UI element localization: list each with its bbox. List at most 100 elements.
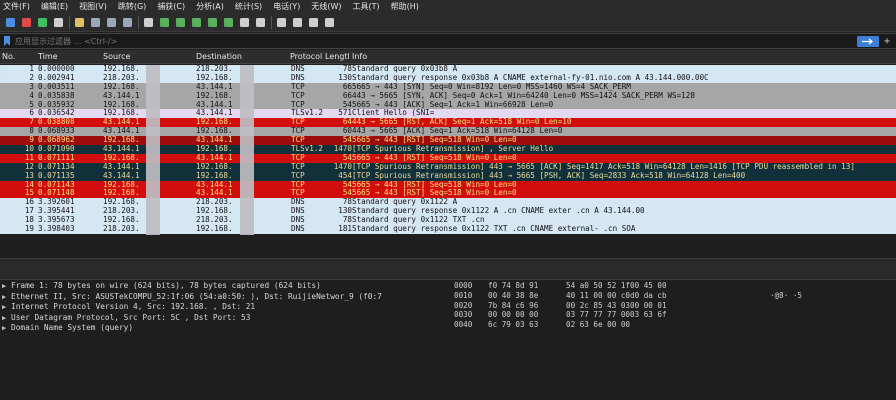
expand-arrow-icon[interactable]: ▶ [2, 281, 11, 292]
hex-bytes[interactable]: 00 00 01 [630, 301, 667, 311]
column-time[interactable]: Time [38, 52, 58, 61]
menu-telephony[interactable]: 电话(Y) [273, 1, 300, 12]
pane-splitter[interactable] [0, 258, 896, 280]
close-file-icon[interactable] [105, 16, 117, 28]
column-info[interactable]: Info [352, 52, 367, 61]
packet-no: 19 [24, 225, 34, 234]
detail-tree-item[interactable]: ▶ Internet Protocol Version 4, Src: 192.1… [0, 302, 448, 313]
packet-row[interactable]: 3 0.003511 192.168. 43.144.1 TCP 66 5665 → 443… [0, 82, 896, 92]
go-to-packet-icon[interactable] [190, 16, 202, 28]
packet-row[interactable]: 15 0.071148 192.168. 43.144.1 TCP 54 5665 → 44… [0, 189, 896, 199]
go-forward-icon[interactable] [174, 16, 186, 28]
packet-no: 15 [24, 189, 34, 198]
zoom-normal-icon[interactable] [307, 16, 319, 28]
colorize-icon[interactable] [254, 16, 266, 28]
packet-row[interactable]: 7 0.038808 43.144.1 192.168. TCP 64 443 → 5665… [0, 118, 896, 128]
hex-offset[interactable]: 0040 [454, 320, 472, 330]
arrow-right-icon [862, 38, 874, 44]
packet-row[interactable]: 17 3.395441 218.203. 192.168. DNS 130 Standard… [0, 207, 896, 217]
go-first-icon[interactable] [206, 16, 218, 28]
save-file-icon[interactable] [89, 16, 101, 28]
menu-view[interactable]: 视图(V) [79, 1, 107, 12]
hex-bytes[interactable]: 03 63 6f [630, 310, 667, 320]
menu-wireless[interactable]: 无线(W) [311, 1, 341, 12]
capture-options-icon[interactable] [52, 16, 64, 28]
hex-offset[interactable]: 0010 [454, 291, 472, 301]
reload-file-icon[interactable] [121, 16, 133, 28]
detail-tree-item[interactable]: ▶ Domain Name System (query) [0, 323, 448, 334]
menu-file[interactable]: 文件(F) [3, 1, 30, 12]
open-file-icon[interactable] [73, 16, 85, 28]
shark-fin-start-icon[interactable] [4, 16, 16, 28]
packet-time: 3.395441 [38, 207, 75, 216]
column-source[interactable]: Source [103, 52, 130, 61]
go-last-icon[interactable] [222, 16, 234, 28]
column-length[interactable]: Lengtl [325, 52, 350, 61]
expand-arrow-icon[interactable]: ▶ [2, 292, 11, 303]
resize-columns-icon[interactable] [323, 16, 335, 28]
detail-tree-item[interactable]: ▶ Frame 1: 78 bytes on wire (624 bits), 7… [0, 281, 448, 292]
zoom-out-icon[interactable] [291, 16, 303, 28]
packet-row[interactable]: ← 2 0.002941 218.203. 192.168. DNS 130 Standard… [0, 73, 896, 83]
hex-bytes[interactable]: 7b 84 c6 96 [488, 301, 538, 311]
menu-help[interactable]: 帮助(H) [391, 1, 419, 12]
packet-row[interactable]: 19 3.398403 218.203. 192.168. DNS 181 Standard… [0, 225, 896, 234]
packet-row[interactable]: 5 0.035932 192.168. 43.144.1 TCP 54 5665 → 443… [0, 100, 896, 110]
hex-offset[interactable]: 0020 [454, 301, 472, 311]
hex-bytes[interactable]: 00 2c 85 43 03 [566, 301, 630, 311]
hex-bytes[interactable]: 00 45 00 [630, 281, 667, 291]
detail-tree-item[interactable]: ▶ Ethernet II, Src: ASUSTekCOMPU_52:1f:06… [0, 292, 448, 303]
hex-bytes[interactable]: f0 74 8d 91 [488, 281, 538, 291]
display-filter-input[interactable] [12, 34, 857, 48]
go-back-icon[interactable] [158, 16, 170, 28]
add-filter-button[interactable]: + [882, 36, 892, 47]
packet-row[interactable]: 6 0.036542 192.168. 43.144.1 TLSv1.2 571 Clien… [0, 109, 896, 119]
zoom-in-icon[interactable] [275, 16, 287, 28]
packet-no: 14 [24, 180, 34, 189]
packet-row[interactable]: 18 3.395673 192.168. 218.203. DNS 78 Standard … [0, 216, 896, 226]
restart-capture-icon[interactable] [36, 16, 48, 28]
packet-row[interactable]: 14 0.071143 192.168. 43.144.1 TCP 54 5665 → 44… [0, 180, 896, 190]
packet-row[interactable]: 12 0.071134 43.144.1 192.168. TCP 1470 [TCP Sp… [0, 162, 896, 172]
hex-bytes[interactable]: 00 00 00 00 [488, 310, 538, 320]
packet-row[interactable]: 16 3.392601 192.168. 218.203. DNS 78 Standard … [0, 198, 896, 208]
stop-capture-icon[interactable] [20, 16, 32, 28]
packet-row[interactable]: 10 0.071090 43.144.1 192.168. TLSv1.2 1470 [TC… [0, 145, 896, 154]
hex-bytes[interactable]: 6c 79 03 63 [488, 320, 538, 330]
hex-line: 0000 f0 74 8d 91 54 a0 50 52 1f 00 45 00 [448, 281, 896, 291]
apply-filter-button[interactable] [857, 35, 879, 47]
hex-bytes[interactable]: 03 77 77 77 00 [566, 310, 630, 320]
hex-ascii[interactable]: ·@8· ·5 [770, 291, 802, 301]
hex-bytes[interactable]: 40 11 00 00 c0 [566, 291, 630, 301]
column-no[interactable]: No. [2, 52, 15, 61]
hex-bytes[interactable]: d0 da cb [630, 291, 667, 301]
expand-arrow-icon[interactable]: ▶ [2, 313, 11, 324]
expand-arrow-icon[interactable]: ▶ [2, 302, 11, 313]
column-protocol[interactable]: Protocol [290, 52, 322, 61]
packet-time: 0.071135 [38, 171, 75, 180]
hex-bytes[interactable]: 00 40 38 8e [488, 291, 538, 301]
hex-offset[interactable]: 0030 [454, 310, 472, 320]
menu-edit[interactable]: 编辑(E) [41, 1, 68, 12]
hex-offset[interactable]: 0000 [454, 281, 472, 291]
hex-bytes[interactable]: 02 63 6e 00 00 [566, 320, 630, 330]
auto-scroll-icon[interactable] [238, 16, 250, 28]
detail-tree-item[interactable]: ▶ User Datagram Protocol, Src Port: 5C , … [0, 313, 448, 324]
packet-row[interactable]: 8 0.068933 43.144.1 192.168. TCP 60 443 → 5665… [0, 127, 896, 137]
find-packet-icon[interactable] [142, 16, 154, 28]
packet-row[interactable]: 11 0.071111 192.168. 43.144.1 TCP 54 5665 → 44… [0, 153, 896, 163]
packet-row[interactable]: → 1 0.000000 192.168. 218.203. DNS 78 Standard … [0, 65, 896, 74]
packet-row[interactable]: 9 0.068962 192.168. 43.144.1 TCP 54 5665 → 443… [0, 136, 896, 146]
packet-list-header: No. Time Source Destination Protocol Len… [0, 50, 896, 64]
packet-row[interactable]: 13 0.071135 43.144.1 192.168. TCP 454 [TCP Spu… [0, 171, 896, 181]
column-destination[interactable]: Destination [196, 52, 242, 61]
menu-capture[interactable]: 捕获(C) [157, 1, 185, 12]
menu-go[interactable]: 跳转(G) [118, 1, 146, 12]
menu-statistics[interactable]: 统计(S) [235, 1, 262, 12]
expand-arrow-icon[interactable]: ▶ [2, 323, 11, 334]
bookmark-icon[interactable] [2, 35, 12, 47]
menu-tools[interactable]: 工具(T) [352, 1, 379, 12]
menu-analyze[interactable]: 分析(A) [196, 1, 224, 12]
packet-row[interactable]: 4 0.035838 43.144.1 192.168. TCP 66 443 → 5665… [0, 91, 896, 101]
hex-bytes[interactable]: 54 a0 50 52 1f [566, 281, 630, 291]
